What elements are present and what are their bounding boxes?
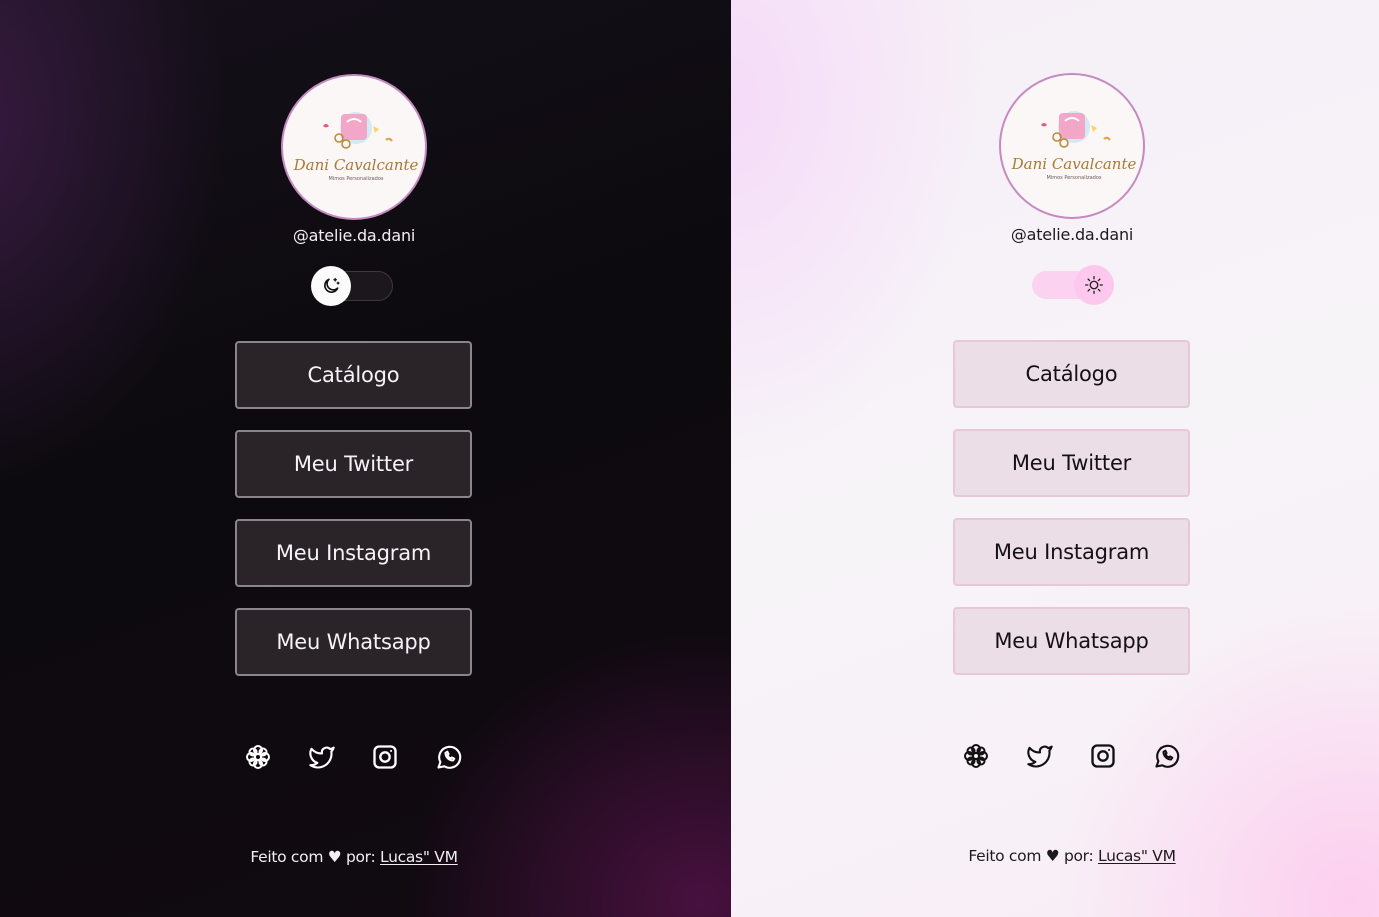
whatsapp-icon <box>437 745 462 769</box>
author-link[interactable]: Lucas" VM <box>380 848 458 866</box>
social-link-whatsapp[interactable] <box>433 740 465 774</box>
logo-subtitle: Mimos Personalizados <box>329 176 384 182</box>
instagram-button[interactable]: Meu Instagram <box>953 518 1190 586</box>
catalog-button[interactable]: Catálogo <box>953 340 1190 408</box>
author-link[interactable]: Lucas" VM <box>1098 847 1176 865</box>
page: Dani Cavalcante Mimos Personalizados @at… <box>0 0 1379 917</box>
social-link-instagram[interactable] <box>1087 739 1119 773</box>
profile-handle: @atelie.da.dani <box>292 226 416 245</box>
flower-icon <box>246 745 270 769</box>
dark-theme-panel: Dani Cavalcante Mimos Personalizados @at… <box>0 0 731 917</box>
avatar: Dani Cavalcante Mimos Personalizados <box>999 73 1145 219</box>
logo-title: Dani Cavalcante <box>293 156 419 174</box>
avatar: Dani Cavalcante Mimos Personalizados <box>281 74 427 220</box>
logo-title: Dani Cavalcante <box>1011 155 1137 173</box>
instagram-icon <box>373 745 397 769</box>
catalog-button[interactable]: Catálogo <box>235 341 472 409</box>
footer-text: Feito com ♥ por: <box>250 848 381 866</box>
moon-icon <box>324 277 340 293</box>
theme-toggle[interactable] <box>311 266 395 306</box>
flower-icon <box>964 744 988 768</box>
theme-toggle[interactable] <box>1030 265 1114 305</box>
sun-icon <box>1085 276 1103 294</box>
twitter-button[interactable]: Meu Twitter <box>953 429 1190 497</box>
whatsapp-button[interactable]: Meu Whatsapp <box>953 607 1190 675</box>
twitter-button[interactable]: Meu Twitter <box>235 430 472 498</box>
twitter-icon <box>309 746 335 769</box>
footer-credit: Feito com ♥ por: Lucas" VM <box>234 848 474 866</box>
instagram-button[interactable]: Meu Instagram <box>235 519 472 587</box>
twitter-icon <box>1027 745 1053 768</box>
footer-text: Feito com ♥ por: <box>968 847 1099 865</box>
social-link-twitter[interactable] <box>306 740 338 774</box>
whatsapp-icon <box>1155 744 1180 768</box>
social-link-instagram[interactable] <box>369 740 401 774</box>
toggle-knob[interactable] <box>311 266 351 306</box>
light-theme-panel: Dani Cavalcante Mimos Personalizados @at… <box>731 0 1379 917</box>
footer-credit: Feito com ♥ por: Lucas" VM <box>952 847 1192 865</box>
instagram-icon <box>1091 744 1115 768</box>
brand-logo: Dani Cavalcante Mimos Personalizados <box>293 112 419 182</box>
social-link-twitter[interactable] <box>1024 739 1056 773</box>
profile-handle: @atelie.da.dani <box>1010 225 1134 244</box>
toggle-knob[interactable] <box>1074 265 1114 305</box>
brand-logo: Dani Cavalcante Mimos Personalizados <box>1011 111 1137 181</box>
logo-subtitle: Mimos Personalizados <box>1047 175 1102 181</box>
social-link-whatsapp[interactable] <box>1151 739 1183 773</box>
social-link-catalog[interactable] <box>960 739 992 773</box>
whatsapp-button[interactable]: Meu Whatsapp <box>235 608 472 676</box>
social-link-catalog[interactable] <box>242 740 274 774</box>
